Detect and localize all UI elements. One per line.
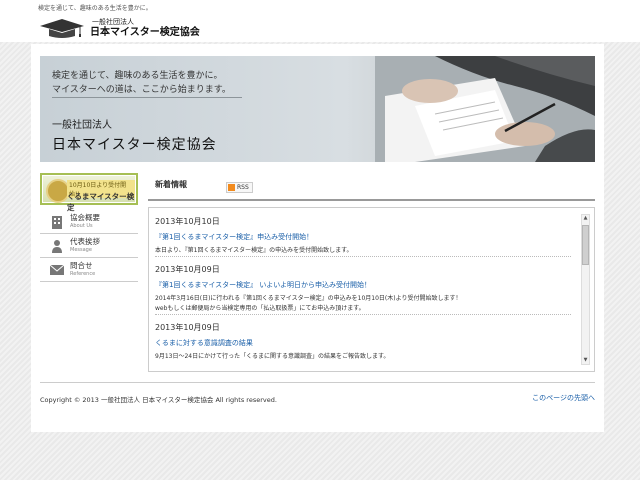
- news-section: 新着情報 RSS 2013年10月10日 『第1回くるまマイスター検定』申込み受…: [148, 176, 595, 372]
- mortarboard-icon: [38, 17, 86, 39]
- news-date: 2013年10月09日: [155, 265, 220, 274]
- copyright-text: Copyright © 2013 一般社団法人 日本マイスター検定協会 All …: [40, 396, 277, 404]
- hero-divider: [52, 97, 242, 98]
- news-item: 2013年10月10日 『第1回くるまマイスター検定』申込み受付開始！ 本日より…: [155, 216, 571, 256]
- logo-subtitle: 一般社団法人: [92, 17, 134, 26]
- scroll-up-arrow-icon[interactable]: ▲: [582, 215, 589, 222]
- footer-divider: [40, 382, 595, 383]
- sidebar-item-sublabel: Message: [70, 247, 92, 253]
- sidebar-item-message[interactable]: 代表挨拶 Message: [40, 234, 138, 258]
- news-scrollbar[interactable]: ▲ ▼: [581, 214, 590, 365]
- rss-button[interactable]: RSS: [226, 182, 253, 193]
- exam-banner[interactable]: 10月10日より受付開始!! くるまマイスター検定: [40, 173, 138, 212]
- sidebar-item-label: 問合せ: [70, 261, 93, 270]
- sidebar-item-sublabel: Reference: [70, 271, 96, 277]
- logo-title: 日本マイスター検定協会: [90, 26, 200, 38]
- banner-background: 10月10日より受付開始!! くるまマイスター検定: [43, 176, 135, 212]
- sidebar-item-about[interactable]: 協会概要 About Us: [40, 210, 138, 234]
- news-body: 9月13日～24日にかけて行った「くるまに関する意識調査」の結果をご報告致します…: [155, 352, 571, 362]
- news-item: 2013年10月09日 『第1回くるまマイスター検定』 いよいよ明日から申込み受…: [155, 264, 571, 313]
- news-headline-link[interactable]: 『第1回くるまマイスター検定』申込み受付開始！: [155, 232, 571, 242]
- sidebar-item-label: 代表挨拶: [70, 237, 100, 246]
- news-body: 本日より、『第1回くるまマイスター検定』の申込みを受付開始致します。: [155, 246, 571, 256]
- news-divider: [148, 199, 595, 201]
- news-body-line: 本日より、『第1回くるまマイスター検定』の申込みを受付開始致します。: [155, 247, 353, 254]
- site-logo[interactable]: 一般社団法人 日本マイスター検定協会: [38, 16, 200, 40]
- side-navigation: 協会概要 About Us 代表挨拶 Message 問合せ Reference: [40, 210, 138, 282]
- hero-lead-line2: マイスターへの道は、ここから始まります。: [52, 85, 231, 95]
- news-date: 2013年10月09日: [155, 323, 220, 332]
- scrollbar-thumb[interactable]: [582, 225, 589, 265]
- rss-icon: [228, 184, 235, 191]
- news-list[interactable]: 2013年10月10日 『第1回くるまマイスター検定』申込み受付開始！ 本日より…: [148, 207, 595, 372]
- news-body-line: 2014年3月16日(日)に行われる『第1回くるまマイスター検定』の申込みを10…: [155, 295, 462, 302]
- sidebar-item-sublabel: About Us: [70, 223, 93, 229]
- building-icon: [49, 214, 65, 229]
- hero-lead-line1: 検定を通じて、趣味のある生活を豊かに。: [52, 71, 223, 81]
- logo-text: 一般社団法人 日本マイスター検定協会: [90, 17, 200, 38]
- news-body-line: 9月13日～24日にかけて行った「くるまに関する意識調査」の結果をご報告致します…: [155, 353, 390, 360]
- news-separator: [155, 256, 571, 257]
- news-body: 2014年3月16日(日)に行われる『第1回くるまマイスター検定』の申込みを10…: [155, 294, 571, 313]
- rss-label: RSS: [237, 184, 249, 191]
- header-tagline: 検定を通じて、趣味のある生活を豊かに。: [38, 5, 152, 12]
- top-bar: 検定を通じて、趣味のある生活を豊かに。 一般社団法人 日本マイスター検定協会: [0, 0, 640, 42]
- person-icon: [49, 238, 65, 253]
- page-container: 検定を通じて、趣味のある生活を豊かに。 マイスターへの道は、ここから始まります。…: [31, 44, 604, 432]
- sidebar-item-reference[interactable]: 問合せ Reference: [40, 258, 138, 282]
- news-item: 2013年10月09日 くるまに対する意識調査の結果 9月13日～24日にかけて…: [155, 322, 571, 362]
- news-separator: [155, 314, 571, 315]
- scroll-down-arrow-icon[interactable]: ▼: [582, 357, 589, 364]
- news-heading: 新着情報: [155, 180, 187, 189]
- sidebar-item-label: 協会概要: [70, 213, 100, 222]
- hero-org-subtitle: 一般社団法人: [52, 120, 112, 131]
- hero-banner: 検定を通じて、趣味のある生活を豊かに。 マイスターへの道は、ここから始まります。…: [40, 56, 595, 162]
- mail-icon: [49, 262, 65, 276]
- news-body-line: webもしくは郵便局から当検定専用の「払込取扱票」にてお申込み頂けます。: [155, 304, 365, 312]
- news-headline-link[interactable]: 『第1回くるまマイスター検定』 いよいよ明日から申込み受付開始！: [155, 280, 571, 290]
- hero-photo-image: [375, 56, 595, 162]
- hero-org-title: 日本マイスター検定協会: [52, 137, 217, 153]
- news-date: 2013年10月10日: [155, 217, 220, 226]
- news-headline-link[interactable]: くるまに対する意識調査の結果: [155, 338, 571, 348]
- page-top-link[interactable]: このページの先頭へ: [532, 393, 595, 403]
